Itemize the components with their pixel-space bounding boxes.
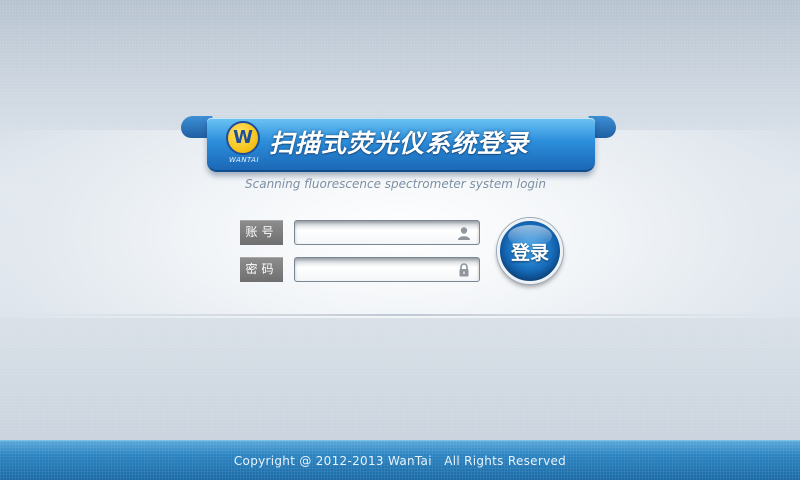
- page-subtitle: Scanning fluorescence spectrometer syste…: [245, 177, 546, 191]
- login-button[interactable]: 登录: [497, 218, 563, 284]
- user-icon: [458, 227, 470, 240]
- account-input[interactable]: [294, 220, 480, 245]
- login-button-label: 登录: [510, 241, 549, 264]
- page-title: 扫描式荧光仪系统登录: [269, 129, 530, 158]
- wantai-logo: W WANTAI: [223, 121, 265, 167]
- title-ribbon: W WANTAI 扫描式荧光仪系统登录: [207, 118, 595, 172]
- copyright-text: Copyright @ 2012-2013 WanTai All Rights …: [233, 454, 567, 468]
- password-input[interactable]: [294, 257, 480, 282]
- account-label: 账号: [240, 220, 283, 245]
- divider: [30, 314, 770, 316]
- footer-bar: Copyright @ 2012-2013 WanTai All Rights …: [0, 440, 800, 480]
- logo-letter: W: [233, 127, 253, 148]
- password-label: 密码: [240, 257, 283, 282]
- login-screen: W WANTAI 扫描式荧光仪系统登录 Scanning fluorescenc…: [0, 0, 800, 480]
- logo-wordmark: WANTAI: [228, 156, 260, 164]
- logo-badge: W: [226, 121, 260, 155]
- lock-icon: [459, 263, 469, 277]
